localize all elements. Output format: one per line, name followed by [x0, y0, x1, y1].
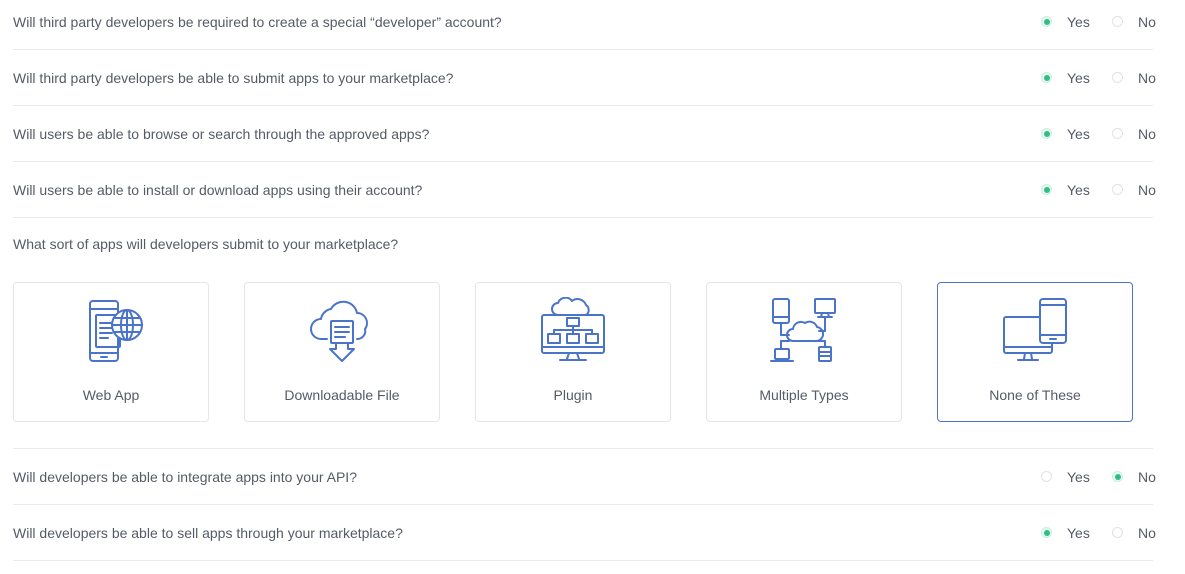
no-option[interactable]: No: [1112, 69, 1156, 86]
app-type-card-plugin[interactable]: Plugin: [475, 282, 671, 422]
yes-label: Yes: [1067, 181, 1090, 198]
yes-label: Yes: [1067, 13, 1090, 30]
yes-option[interactable]: Yes: [1041, 126, 1093, 142]
question-text: Will third party developers be required …: [13, 13, 502, 30]
app-type-card-web-app[interactable]: Web App: [13, 282, 209, 422]
yes-no-radio-group: Yes No: [1041, 181, 1156, 198]
yes-label: Yes: [1067, 69, 1090, 86]
no-option[interactable]: No: [1112, 181, 1156, 198]
no-label: No: [1138, 468, 1156, 485]
yes-label: Yes: [1067, 468, 1090, 485]
yes-no-radio-group: Yes No: [1041, 524, 1156, 541]
no-radio[interactable]: [1112, 184, 1123, 195]
app-types-title: What sort of apps will developers submit…: [13, 236, 399, 252]
app-type-card-none-of-these[interactable]: None of These: [937, 282, 1133, 422]
yes-radio[interactable]: [1041, 128, 1052, 139]
app-type-label: None of These: [989, 387, 1081, 403]
no-option[interactable]: No: [1112, 468, 1156, 485]
question-text: Will developers be able to integrate app…: [13, 468, 357, 485]
yes-option[interactable]: Yes: [1041, 525, 1093, 541]
yes-label: Yes: [1067, 524, 1090, 541]
yes-radio[interactable]: [1041, 72, 1052, 83]
no-label: No: [1138, 524, 1156, 541]
question-row-install-apps: Will users be able to install or downloa…: [13, 162, 1156, 218]
no-radio[interactable]: [1112, 72, 1123, 83]
question-row-integrate-api: Will developers be able to integrate app…: [13, 449, 1156, 505]
yes-no-radio-group: Yes No: [1041, 125, 1156, 142]
app-type-label: Web App: [82, 387, 140, 403]
monitor-phone-icon: [1003, 298, 1067, 361]
question-text: Will users be able to browse or search t…: [13, 125, 430, 142]
question-row-developer-account: Will third party developers be required …: [13, 0, 1156, 50]
yes-label: Yes: [1067, 125, 1090, 142]
app-type-card-multiple-types[interactable]: Multiple Types: [706, 282, 902, 422]
yes-no-radio-group: Yes No: [1041, 468, 1156, 485]
no-label: No: [1138, 181, 1156, 198]
no-label: No: [1138, 13, 1156, 30]
no-radio[interactable]: [1112, 471, 1123, 482]
app-type-label: Downloadable File: [284, 387, 400, 403]
app-type-label: Plugin: [553, 387, 593, 403]
web-app-icon: [89, 300, 143, 362]
yes-option[interactable]: Yes: [1041, 14, 1093, 30]
no-radio[interactable]: [1112, 128, 1123, 139]
multiple-devices-icon: [770, 298, 836, 362]
no-option[interactable]: No: [1112, 13, 1156, 30]
no-label: No: [1138, 125, 1156, 142]
yes-radio[interactable]: [1041, 527, 1052, 538]
question-row-sell-apps: Will developers be able to sell apps thr…: [13, 505, 1156, 561]
no-radio[interactable]: [1112, 527, 1123, 538]
yes-radio[interactable]: [1041, 184, 1052, 195]
no-radio[interactable]: [1112, 16, 1123, 27]
app-type-label: Multiple Types: [759, 387, 849, 403]
cloud-download-icon: [310, 300, 368, 362]
question-text: Will developers be able to sell apps thr…: [13, 524, 403, 541]
yes-option[interactable]: Yes: [1041, 182, 1093, 198]
yes-no-radio-group: Yes No: [1041, 69, 1156, 86]
question-text: Will users be able to install or downloa…: [13, 181, 423, 198]
no-label: No: [1138, 69, 1156, 86]
no-option[interactable]: No: [1112, 524, 1156, 541]
yes-radio[interactable]: [1041, 471, 1052, 482]
yes-radio[interactable]: [1041, 16, 1052, 27]
question-row-browse-apps: Will users be able to browse or search t…: [13, 106, 1156, 162]
marketplace-questionnaire: Will third party developers be required …: [0, 0, 1185, 574]
no-option[interactable]: No: [1112, 125, 1156, 142]
plugin-network-icon: [541, 297, 605, 361]
yes-no-radio-group: Yes No: [1041, 13, 1156, 30]
app-type-card-downloadable-file[interactable]: Downloadable File: [244, 282, 440, 422]
question-text: Will third party developers be able to s…: [13, 69, 454, 86]
yes-option[interactable]: Yes: [1041, 469, 1093, 485]
yes-option[interactable]: Yes: [1041, 70, 1093, 86]
question-row-submit-apps: Will third party developers be able to s…: [13, 50, 1156, 106]
